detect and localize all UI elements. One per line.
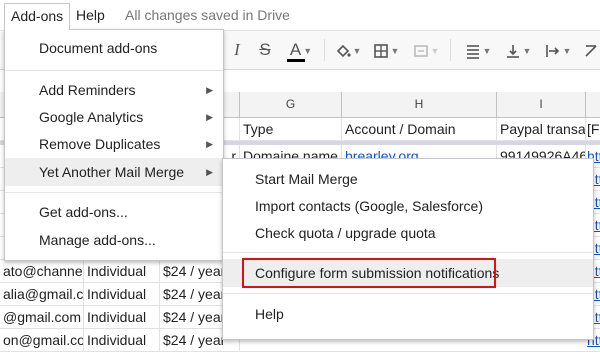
text-rotation-button[interactable]	[582, 37, 600, 63]
menu-item-get-addons[interactable]: Get add-ons...	[5, 198, 223, 226]
align-icon	[466, 44, 479, 59]
text-wrap-icon	[545, 44, 559, 57]
menu-divider	[5, 192, 223, 193]
text-color-icon: A	[289, 40, 302, 59]
menu-item-label: Import contacts (Google, Salesforce)	[255, 198, 483, 214]
table-header-cell[interactable]: Paypal transac	[497, 118, 586, 140]
addons-menu: Document add-ons Add Reminders ▶ Google …	[4, 29, 224, 261]
text-wrap-button[interactable]: ▼	[542, 37, 574, 63]
menu-item-label: Google Analytics	[39, 109, 144, 125]
paint-bucket-icon	[336, 44, 351, 57]
menu-item-google-analytics[interactable]: Google Analytics ▶	[5, 103, 223, 131]
chevron-down-icon: ▼	[352, 45, 362, 56]
menu-bar: Add-ons Help All changes saved in Drive	[0, 0, 600, 30]
table-cell[interactable]: ato@channela	[0, 260, 84, 282]
menu-item-yet-another-mail-merge[interactable]: Yet Another Mail Merge ▶	[5, 158, 223, 186]
chevron-down-icon: ▼	[390, 45, 400, 56]
text-color-swatch	[287, 59, 305, 62]
menu-item-label: Help	[255, 306, 284, 322]
italic-icon[interactable]: I	[226, 37, 248, 63]
merge-cells-icon	[413, 44, 428, 57]
table-cell[interactable]: @gmail.com	[0, 306, 84, 328]
column-header[interactable]	[586, 92, 600, 117]
merge-cells-button[interactable]: ▼	[410, 37, 442, 63]
menu-divider	[223, 293, 593, 294]
save-status: All changes saved in Drive	[125, 7, 290, 23]
menu-addons[interactable]: Add-ons	[4, 3, 71, 30]
highlight-annotation-box	[242, 258, 496, 288]
chevron-down-icon: ▼	[482, 45, 492, 56]
chevron-down-icon: ▼	[430, 45, 440, 56]
horizontal-align-button[interactable]: ▼	[462, 37, 494, 63]
menu-divider	[5, 70, 223, 71]
submenu-arrow-icon: ▶	[206, 167, 213, 177]
chevron-down-icon: ▼	[303, 45, 313, 56]
submenu-arrow-icon: ▶	[206, 112, 213, 122]
table-cell[interactable]: Individual	[84, 260, 160, 282]
menu-item-manage-addons[interactable]: Manage add-ons...	[5, 226, 223, 254]
strikethrough-icon[interactable]: S	[254, 37, 276, 63]
mail-merge-submenu: Start Mail Merge Import contacts (Google…	[222, 158, 594, 340]
menu-item-label: Add Reminders	[39, 82, 136, 98]
menu-item-label: Manage add-ons...	[39, 232, 156, 248]
chevron-down-icon: ▼	[522, 45, 532, 56]
borders-icon	[373, 43, 388, 58]
table-header-cell[interactable]: Type	[240, 118, 342, 140]
column-header-i[interactable]: I	[497, 92, 586, 117]
text-rotation-icon	[585, 44, 597, 57]
menu-help[interactable]: Help	[70, 3, 111, 27]
table-cell[interactable]: Individual	[84, 306, 160, 328]
vertical-align-icon	[506, 44, 519, 58]
toolbar-divider	[324, 39, 325, 61]
menu-item-label: Remove Duplicates	[39, 136, 161, 152]
menu-item-label: Yet Another Mail Merge	[39, 164, 185, 180]
table-cell[interactable]: Individual	[84, 283, 160, 305]
menu-item-label: Get add-ons...	[39, 204, 128, 220]
fill-color-button[interactable]: ▼	[332, 37, 364, 63]
menu-item-help[interactable]: Help	[223, 300, 593, 328]
menu-item-import-contacts[interactable]: Import contacts (Google, Salesforce)	[223, 192, 593, 220]
submenu-arrow-icon: ▶	[206, 139, 213, 149]
menu-item-label: Document add-ons	[39, 40, 158, 56]
table-cell[interactable]: on@gmail.com	[0, 329, 84, 351]
table-header-cell[interactable]: [F	[586, 118, 600, 140]
menu-item-document-addons[interactable]: Document add-ons	[5, 34, 223, 62]
table-cell[interactable]: Individual	[84, 329, 160, 351]
table-header-cell[interactable]: Account / Domain	[342, 118, 497, 140]
menu-divider	[223, 252, 593, 253]
table-cell[interactable]: alia@gmail.co	[0, 283, 84, 305]
submenu-arrow-icon: ▶	[206, 85, 213, 95]
menu-item-check-quota[interactable]: Check quota / upgrade quota	[223, 219, 593, 247]
borders-button[interactable]: ▼	[370, 37, 402, 63]
toolbar-divider	[450, 39, 451, 61]
menu-item-label: Check quota / upgrade quota	[255, 225, 436, 241]
menu-item-add-reminders[interactable]: Add Reminders ▶	[5, 76, 223, 104]
menu-item-remove-duplicates[interactable]: Remove Duplicates ▶	[5, 130, 223, 158]
chevron-down-icon: ▼	[562, 45, 572, 56]
vertical-align-button[interactable]: ▼	[502, 37, 534, 63]
column-header-g[interactable]: G	[240, 92, 342, 117]
menu-item-label: Start Mail Merge	[255, 171, 358, 187]
column-header-h[interactable]: H	[342, 92, 497, 117]
menu-item-start-mail-merge[interactable]: Start Mail Merge	[223, 165, 593, 193]
